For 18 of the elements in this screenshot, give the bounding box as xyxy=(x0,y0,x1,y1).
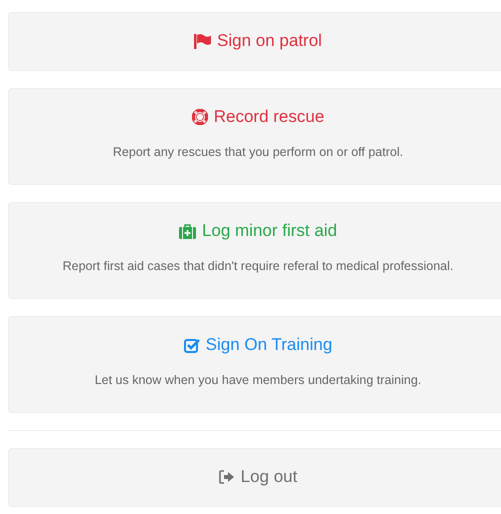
checkbox-icon xyxy=(184,338,200,352)
card-description: Let us know when you have members undertaking training. xyxy=(94,372,422,388)
action-card[interactable]: Log out xyxy=(8,448,501,507)
lifebuoy-icon xyxy=(192,109,208,125)
card-description: Report first aid cases that didn't require referal to medical professional. xyxy=(62,258,454,274)
first-aid-kit-icon xyxy=(178,224,196,238)
card-description: Report any rescues that you perform on or off patrol. xyxy=(112,144,404,160)
action-card[interactable]: Log minor first aid Report first aid cases that didn't require referal to medical professional. xyxy=(8,202,501,299)
card-title: Sign on patrol xyxy=(217,31,322,51)
action-card[interactable]: Sign On Training Let us know when you have members undertaking training. xyxy=(8,316,501,413)
flag-icon xyxy=(194,34,212,48)
sign-out-icon xyxy=(218,470,235,484)
action-card[interactable]: Record rescue Report any rescues that you perform on or off patrol. xyxy=(8,88,501,185)
card-title: Sign On Training xyxy=(206,335,332,355)
card-title: Log out xyxy=(240,467,298,487)
card-title: Log minor first aid xyxy=(202,221,338,241)
card-title: Record rescue xyxy=(214,107,324,127)
action-card[interactable]: Sign on patrol xyxy=(8,12,501,71)
